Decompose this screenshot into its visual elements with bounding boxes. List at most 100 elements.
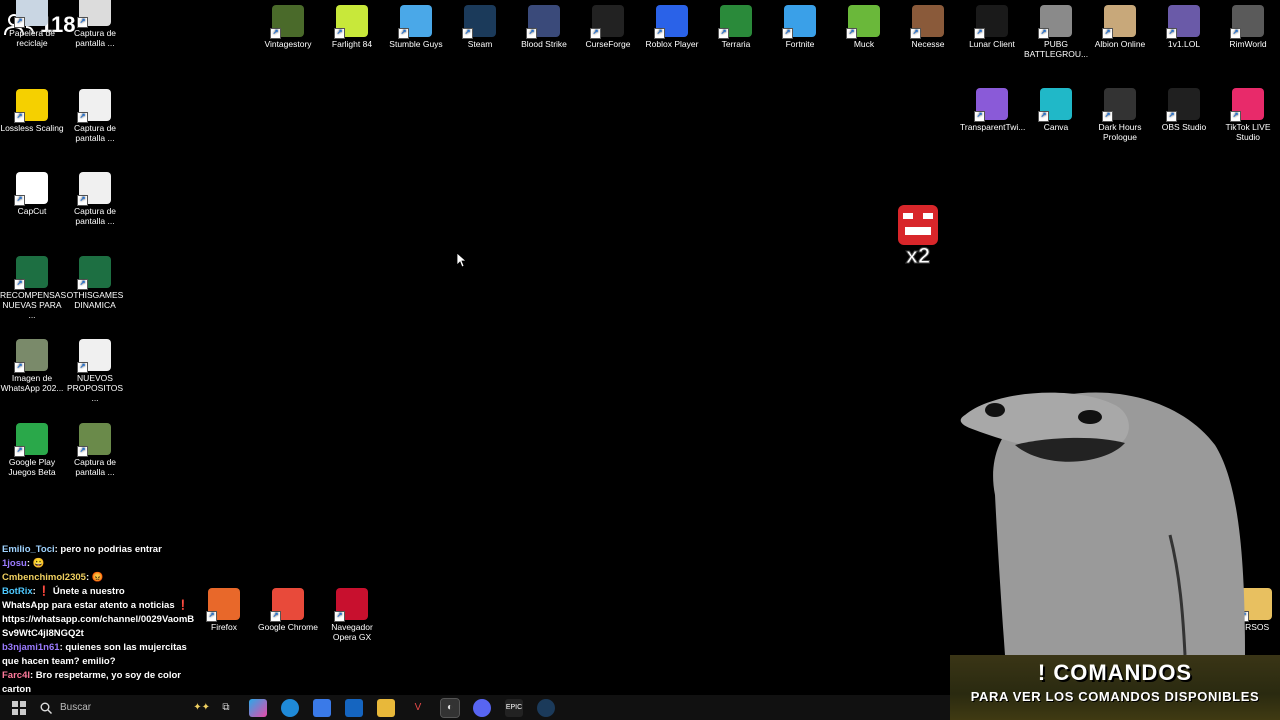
shortcut-arrow-icon: ↗ — [1230, 111, 1241, 122]
desktop-icon-chat-bubble[interactable]: ↗ TransparentTwi... — [960, 88, 1025, 132]
desktop-icon-rimworld[interactable]: ↗ RimWorld — [1216, 5, 1280, 49]
desktop-icon-tree[interactable]: ↗ Vintagestory — [256, 5, 320, 49]
taskbar: Buscar ✦✦ ⧉ V ◐ EPIC — [0, 695, 950, 720]
desktop-icon-farlight[interactable]: ↗ Farlight 84 — [320, 5, 384, 49]
lunar-client-taskbar-icon[interactable]: ◐ — [440, 697, 460, 718]
shortcut-arrow-icon: ↗ — [270, 611, 281, 622]
chat-message: carton — [2, 684, 32, 695]
shortcut-arrow-icon: ↗ — [77, 17, 88, 28]
shortcut-arrow-icon: ↗ — [1038, 111, 1049, 122]
edge-icon[interactable] — [281, 698, 299, 717]
desktop-icon-recycle-bin[interactable]: ↗ Papelera de reciclaje — [0, 0, 64, 48]
desktop-icon-screenshot[interactable]: ↗ Captura de pantalla ... — [63, 422, 127, 477]
desktop-icon-muck[interactable]: ↗ Muck — [832, 5, 896, 49]
desktop-icon-terraria[interactable]: ↗ Terraria — [704, 5, 768, 49]
shortcut-arrow-icon: ↗ — [14, 445, 25, 457]
desktop-icon-chrome[interactable]: ↗ Google Chrome — [256, 588, 320, 632]
chat-message: WhatsApp para estar atento a noticias ❗ — [2, 600, 190, 611]
desktop-icon-excel[interactable]: ↗ OTHISGAMES DINAMICA — [63, 255, 127, 310]
task-view-icon[interactable]: ⧉ — [217, 699, 235, 717]
shortcut-arrow-icon: ↗ — [974, 28, 985, 39]
shortcut-arrow-icon: ↗ — [974, 111, 985, 122]
shortcut-arrow-icon: ↗ — [77, 362, 88, 373]
desktop-icon-steam[interactable]: ↗ Steam — [448, 5, 512, 49]
chat-message: : pero no podrias entrar — [54, 544, 162, 555]
taskbar-search[interactable]: Buscar ✦✦ — [40, 697, 210, 719]
desktop-icon-canva[interactable]: ↗ Canva — [1024, 88, 1088, 132]
windows-start-icon[interactable] — [12, 701, 26, 715]
chat-username: Emilio_Toci — [2, 544, 55, 555]
file-explorer-icon[interactable] — [377, 698, 395, 717]
desktop-icon-label: Steam — [467, 39, 493, 49]
steam-taskbar-icon[interactable] — [537, 698, 555, 717]
canva-icon: ↗ — [1038, 88, 1072, 122]
terraria-icon: ↗ — [718, 5, 752, 39]
search-icon — [40, 702, 52, 714]
valorant-icon[interactable]: V — [409, 699, 427, 717]
desktop-icon-label: Google Play Juegos Beta — [8, 456, 56, 477]
copilot-icon[interactable] — [249, 698, 267, 717]
epic-games-icon[interactable]: EPIC — [505, 698, 523, 717]
desktop-icon-label: Blood Strike — [521, 39, 567, 49]
desktop-icon-duck[interactable]: ↗ Lossless Scaling — [0, 88, 64, 133]
outlook-icon[interactable] — [345, 698, 363, 717]
desktop-icon-screenshot[interactable]: ↗ Captura de pantalla ... — [63, 88, 127, 143]
desktop-icon-curseforge[interactable]: ↗ CurseForge — [576, 5, 640, 49]
chat-line: BotRix: ❗ Únete a nuestro — [2, 585, 202, 599]
shortcut-arrow-icon: ↗ — [14, 278, 25, 290]
shortcut-arrow-icon: ↗ — [1166, 111, 1177, 122]
multiplier-label: x2 — [906, 243, 930, 267]
desktop-icon-label: OBS Studio — [1161, 122, 1207, 132]
shortcut-arrow-icon: ↗ — [14, 17, 25, 28]
desktop-icon-stumble-guys[interactable]: ↗ Stumble Guys — [384, 5, 448, 49]
chat-username: Cmbenchimol2305 — [2, 572, 86, 583]
store-icon[interactable] — [313, 698, 331, 717]
desktop-icon-label: Terraria — [721, 39, 751, 49]
shortcut-arrow-icon: ↗ — [77, 445, 88, 457]
desktop-icon-label: CapCut — [17, 206, 47, 216]
desktop-icon-label: Lunar Client — [969, 39, 1015, 49]
stumble-guys-icon: ↗ — [398, 5, 432, 39]
chat-username: Farc4l — [2, 670, 30, 681]
image-icon: ↗ — [14, 339, 48, 373]
obs-icon: ↗ — [1166, 88, 1200, 122]
desktop-icon-necesse[interactable]: ↗ Necesse — [896, 5, 960, 49]
chat-line: b3njami1n61: quienes son las mujercitas — [2, 641, 202, 655]
shortcut-arrow-icon: ↗ — [782, 28, 793, 39]
desktop-icon-label: Captura de pantalla ... — [73, 28, 117, 48]
desktop-icon-label: Vintagestory — [264, 39, 312, 49]
desktop-icon-1v1lol[interactable]: ↗ 1v1.LOL — [1152, 5, 1216, 49]
desktop-icon-screenshot[interactable]: ↗ Captura de pantalla ... — [63, 172, 127, 226]
desktop-icon-fortnite[interactable]: ↗ Fortnite — [768, 5, 832, 49]
chat-message: https://whatsapp.com/channel/0029VaomB — [2, 614, 195, 625]
desktop-icon-opera-gx[interactable]: ↗ Navegador Opera GX — [320, 588, 384, 642]
desktop-icon-obs[interactable]: ↗ OBS Studio — [1152, 88, 1216, 132]
desktop-icon-image[interactable]: ↗ Imagen de WhatsApp 202... — [0, 339, 64, 393]
discord-icon[interactable] — [473, 698, 491, 717]
screenshot-icon: ↗ — [77, 172, 111, 206]
desktop-icon-dark-hours[interactable]: ↗ Dark Hours Prologue — [1088, 88, 1152, 142]
desktop-icon-label: CurseForge — [585, 39, 631, 49]
desktop-icon-capcut[interactable]: ↗ CapCut — [0, 172, 64, 216]
commands-banner: ! COMANDOS PARA VER LOS COMANDOS DISPONI… — [950, 655, 1280, 720]
chat-line: 1josu: 😀 — [2, 557, 202, 571]
desktop-icon-albion[interactable]: ↗ Albion Online — [1088, 5, 1152, 49]
desktop-icon-label: Albion Online — [1094, 39, 1146, 49]
desktop-icon-google-play-games[interactable]: ↗ Google Play Juegos Beta — [0, 422, 64, 477]
desktop-icon-lunar-client[interactable]: ↗ Lunar Client — [960, 5, 1024, 49]
curseforge-icon: ↗ — [590, 5, 624, 39]
farlight-icon: ↗ — [334, 5, 368, 39]
desktop-icon-label: Lossless Scaling — [0, 122, 64, 133]
shortcut-arrow-icon: ↗ — [526, 28, 537, 39]
desktop-icon-excel[interactable]: ↗ RECOMPENSAS NUEVAS PARA ... — [0, 255, 66, 320]
desktop-icon-label: Farlight 84 — [331, 39, 373, 49]
search-placeholder: Buscar — [60, 702, 92, 713]
desktop-icon-document[interactable]: ↗ NUEVOS PROPOSITOS ... — [63, 339, 127, 403]
desktop-icon-screenshot[interactable]: ↗ Captura de pantalla ... — [63, 0, 127, 48]
desktop-icon-tiktok[interactable]: ↗ TikTok LIVE Studio — [1216, 88, 1280, 142]
shortcut-arrow-icon: ↗ — [846, 28, 857, 39]
shortcut-arrow-icon: ↗ — [14, 362, 25, 373]
desktop-icon-blood-strike[interactable]: ↗ Blood Strike — [512, 5, 576, 49]
desktop-icon-pubg[interactable]: ↗ PUBG BATTLEGROU... — [1024, 5, 1088, 59]
desktop-icon-roblox[interactable]: ↗ Roblox Player — [640, 5, 704, 49]
